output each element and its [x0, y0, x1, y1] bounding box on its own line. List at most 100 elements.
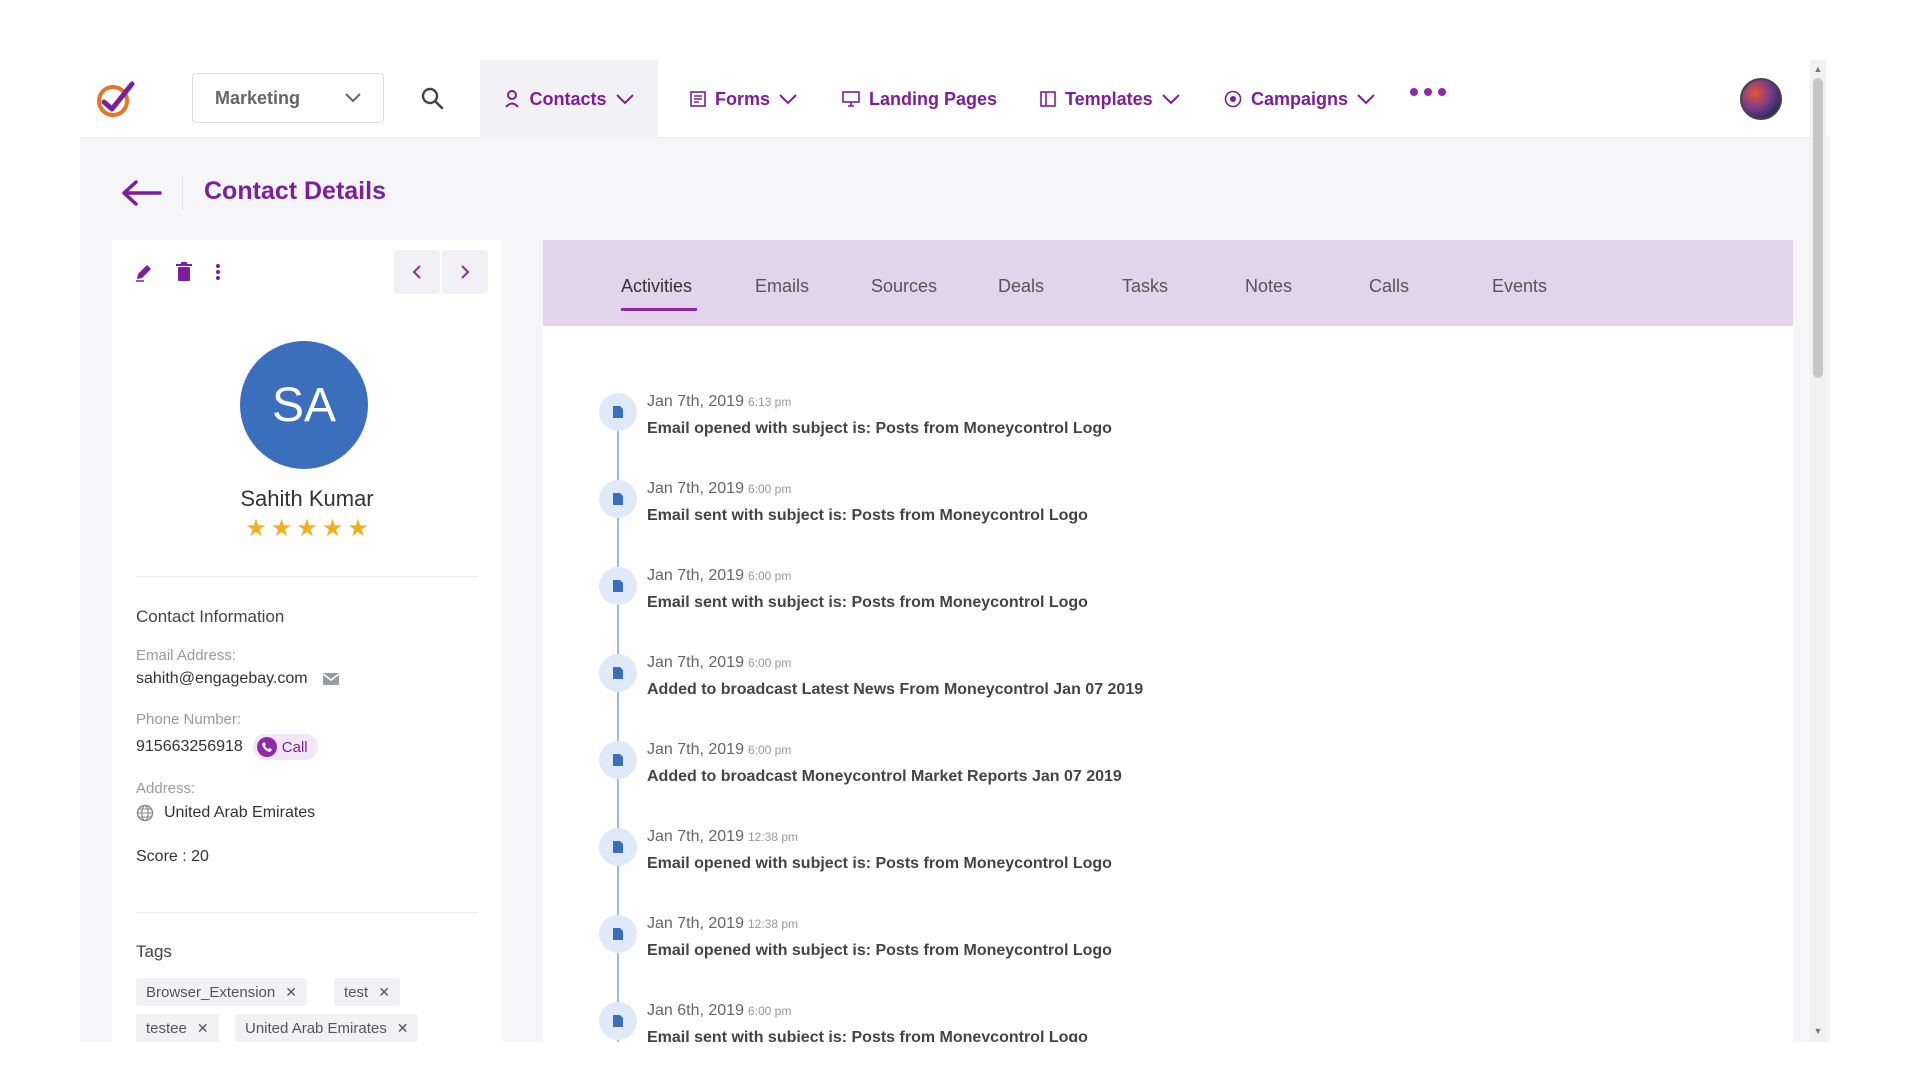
- activity-text: Email sent with subject is: Posts from M…: [647, 594, 1088, 611]
- activity-time: 12:38 pm: [747, 917, 799, 931]
- contact-rating[interactable]: ★ ★ ★ ★ ★: [112, 517, 502, 541]
- tab-tasks[interactable]: Tasks: [1122, 276, 1168, 297]
- activity-date: Jan 7th, 2019: [647, 654, 744, 671]
- logo-icon[interactable]: [94, 78, 136, 120]
- document-icon: [599, 480, 637, 518]
- activity-time: 6:00 pm: [747, 656, 792, 670]
- page-scrollbar[interactable]: ▲ ▼: [1810, 60, 1826, 1042]
- contact-avatar: SA: [240, 341, 368, 469]
- active-tab-indicator: [621, 308, 697, 311]
- tag-chip[interactable]: Browser_Extension ✕: [136, 978, 307, 1006]
- tag-chip[interactable]: testee ✕: [136, 1014, 219, 1042]
- more-options-button[interactable]: [204, 258, 232, 286]
- activity-item: Jan 7th, 2019 6:00 pm Added to broadcast …: [599, 741, 1699, 801]
- tab-calls[interactable]: Calls: [1369, 276, 1409, 297]
- nav-templates-label: Templates: [1065, 88, 1153, 109]
- header-divider: [182, 176, 183, 210]
- chevron-right-icon: [461, 265, 470, 279]
- phone-value: 915663256918: [136, 738, 243, 755]
- previous-contact-button[interactable]: [394, 250, 440, 294]
- scrollbar-thumb[interactable]: [1813, 78, 1823, 378]
- nav-contacts[interactable]: Contacts: [480, 60, 658, 138]
- activity-date: Jan 7th, 2019: [647, 828, 744, 845]
- next-contact-button[interactable]: [442, 250, 488, 294]
- scroll-down-icon[interactable]: ▼: [1813, 1026, 1823, 1036]
- address-value: United Arab Emirates: [164, 804, 316, 821]
- tag-label: testee: [146, 1019, 187, 1037]
- nav-templates[interactable]: Templates: [1040, 60, 1180, 138]
- nav-forms[interactable]: Forms: [690, 60, 797, 138]
- star-icon[interactable]: ★: [322, 517, 344, 541]
- tab-notes[interactable]: Notes: [1245, 276, 1292, 297]
- star-icon[interactable]: ★: [245, 517, 267, 541]
- contact-info-title: Contact Information: [136, 607, 285, 626]
- mail-icon[interactable]: [322, 672, 340, 686]
- more-menu-icon[interactable]: [1410, 88, 1446, 96]
- search-icon: [421, 87, 444, 110]
- nav-landing-pages-label: Landing Pages: [869, 88, 998, 109]
- star-icon[interactable]: ★: [271, 517, 293, 541]
- close-icon[interactable]: ✕: [285, 984, 297, 1001]
- divider: [136, 912, 478, 913]
- close-icon[interactable]: ✕: [378, 984, 390, 1001]
- activity-item: Jan 7th, 2019 6:00 pm Added to broadcast …: [599, 654, 1699, 714]
- edit-button[interactable]: [130, 258, 158, 286]
- activity-date: Jan 7th, 2019: [647, 480, 744, 497]
- delete-button[interactable]: [170, 258, 198, 286]
- tag-label: Browser_Extension: [146, 983, 276, 1001]
- document-icon: [599, 828, 637, 866]
- kebab-icon: [216, 264, 220, 280]
- activity-time: 6:00 pm: [747, 569, 792, 583]
- phone-row: 915663256918 Call: [136, 734, 318, 760]
- activity-text: Email opened with subject is: Posts from…: [647, 942, 1112, 959]
- chevron-down-icon: [615, 93, 634, 104]
- top-navbar: Marketing Contacts Forms Landing Pages T…: [80, 60, 1830, 138]
- tab-activities[interactable]: Activities: [621, 276, 692, 297]
- campaign-icon: [1224, 90, 1242, 108]
- nav-forms-label: Forms: [715, 88, 771, 109]
- tag-chip[interactable]: test ✕: [334, 978, 400, 1006]
- globe-icon: [136, 804, 154, 822]
- activity-time: 6:00 pm: [747, 743, 792, 757]
- star-icon[interactable]: ★: [347, 517, 369, 541]
- close-icon[interactable]: ✕: [197, 1020, 209, 1037]
- search-button[interactable]: [416, 82, 448, 114]
- activity-time: 12:38 pm: [747, 830, 799, 844]
- email-label: Email Address:: [136, 647, 237, 664]
- score-value: Score : 20: [136, 848, 209, 865]
- tab-events[interactable]: Events: [1492, 276, 1547, 297]
- tag-label: test: [344, 983, 369, 1001]
- form-icon: [690, 91, 706, 107]
- activity-text: Added to broadcast Moneycontrol Market R…: [647, 768, 1122, 785]
- nav-campaigns[interactable]: Campaigns: [1224, 60, 1375, 138]
- activity-date: Jan 7th, 2019: [647, 393, 744, 410]
- tab-sources[interactable]: Sources: [871, 276, 937, 297]
- activity-item: Jan 7th, 2019 12:38 pm Email opened with …: [599, 915, 1699, 975]
- tag-chip[interactable]: United Arab Emirates ✕: [235, 1014, 419, 1042]
- tab-deals[interactable]: Deals: [998, 276, 1044, 297]
- nav-campaigns-label: Campaigns: [1251, 88, 1349, 109]
- email-value: sahith@engagebay.com: [136, 670, 308, 687]
- document-icon: [599, 393, 637, 431]
- close-icon[interactable]: ✕: [397, 1020, 409, 1037]
- activity-item: Jan 7th, 2019 12:38 pm Email opened with …: [599, 828, 1699, 888]
- activity-time: 6:00 pm: [747, 482, 792, 496]
- document-icon: [599, 567, 637, 605]
- user-avatar[interactable]: [1740, 78, 1782, 120]
- workspace-select[interactable]: Marketing: [192, 73, 384, 123]
- activity-time: 6:00 pm: [747, 1004, 792, 1018]
- address-label: Address:: [136, 780, 196, 797]
- tab-bar: Activities Emails Sources Deals Tasks No…: [543, 240, 1793, 326]
- call-button[interactable]: Call: [252, 734, 318, 760]
- scroll-up-icon[interactable]: ▲: [1813, 64, 1823, 74]
- activity-item: Jan 7th, 2019 6:00 pm Email sent with sub…: [599, 567, 1699, 627]
- star-icon[interactable]: ★: [296, 517, 318, 541]
- nav-landing-pages[interactable]: Landing Pages: [842, 60, 997, 138]
- chevron-down-icon: [1161, 93, 1180, 104]
- activity-date: Jan 7th, 2019: [647, 741, 744, 758]
- tags-title: Tags: [136, 942, 172, 961]
- tab-emails[interactable]: Emails: [755, 276, 809, 297]
- back-arrow-icon[interactable]: [120, 178, 164, 208]
- contact-name: Sahith Kumar: [240, 486, 374, 511]
- activity-text: Added to broadcast Latest News From Mone…: [647, 681, 1144, 698]
